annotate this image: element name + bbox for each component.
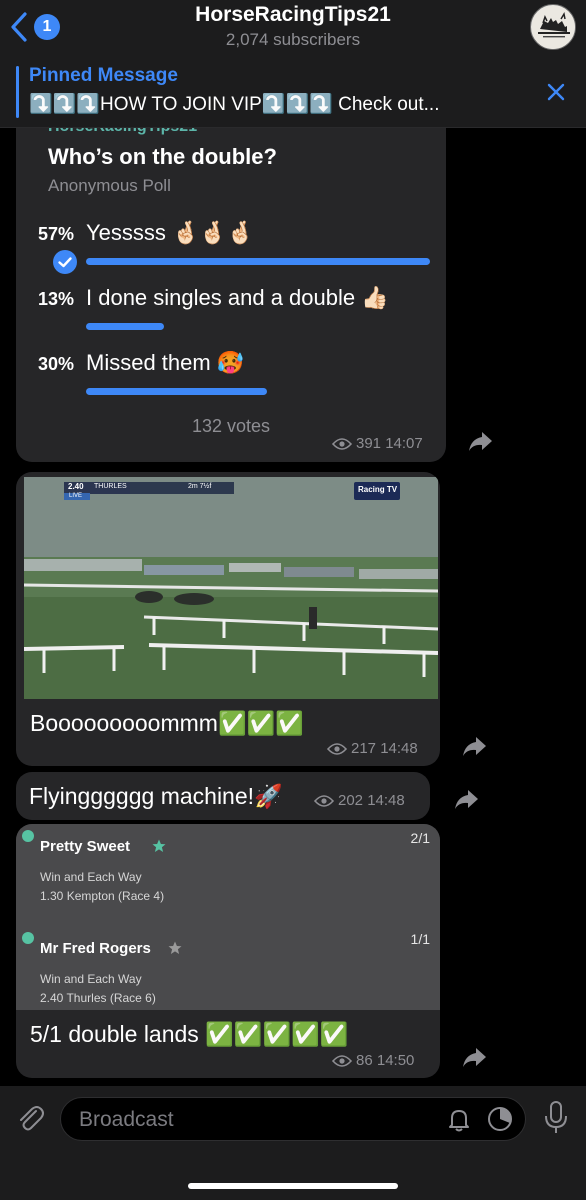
star-icon xyxy=(168,941,182,954)
selection-odds: 1/1 xyxy=(410,931,430,947)
tip-caption: 5/1 double lands ✅✅✅✅✅ xyxy=(30,1021,349,1047)
poll-option-bar xyxy=(86,388,267,395)
message-meta: 202 14:48 xyxy=(314,792,405,809)
overlay-venue: THURLES xyxy=(94,483,127,490)
selection-horse: Pretty Sweet xyxy=(40,838,131,855)
betslip-image[interactable]: Pretty Sweet 2/1 Win and Each Way 1.30 K… xyxy=(16,824,440,1010)
view-count: 391 xyxy=(356,435,382,452)
win-tick-icon xyxy=(22,932,34,944)
poll-option-bar xyxy=(86,323,164,330)
eye-icon xyxy=(314,794,334,807)
poll-option-bar xyxy=(86,258,430,265)
poll-question: Who’s on the double? xyxy=(48,144,277,169)
tip-message: Pretty Sweet 2/1 Win and Each Way 1.30 K… xyxy=(16,824,440,1078)
overlay-race-time: 2.40 xyxy=(68,482,84,491)
message-time: 14:07 xyxy=(385,435,423,452)
overlay-brand: Racing TV xyxy=(358,485,398,494)
chat-header: 1 HorseRacingTips21 2,074 subscribers xyxy=(0,0,586,56)
schedule-timer-icon[interactable] xyxy=(486,1105,514,1133)
share-icon[interactable] xyxy=(458,1040,492,1074)
share-icon[interactable] xyxy=(450,782,484,816)
view-count: 217 xyxy=(351,740,377,757)
message-time: 14:48 xyxy=(380,740,418,757)
bet-type: Win and Each Way xyxy=(40,870,142,884)
channel-avatar[interactable] xyxy=(530,4,576,50)
bet-type: Win and Each Way xyxy=(40,972,142,986)
horse-logo-icon xyxy=(532,6,575,49)
view-count: 202 xyxy=(338,792,364,809)
pinned-title: Pinned Message xyxy=(29,65,178,86)
overlay-distance: 2m 7½f xyxy=(188,483,212,490)
subscriber-count: 2,074 subscribers xyxy=(225,30,361,49)
share-icon[interactable] xyxy=(458,729,492,763)
selection-odds: 2/1 xyxy=(410,830,430,846)
message-time: 14:50 xyxy=(376,1052,415,1069)
poll-message: HorseRacingTips21 Who’s on the double? A… xyxy=(16,128,446,462)
poll-option-text: Missed them 🥵 xyxy=(86,350,245,375)
poll-option-percent: 13% xyxy=(37,289,74,309)
eye-icon xyxy=(332,1054,352,1067)
overlay-live: LIVE xyxy=(69,493,83,499)
poll-vote-count[interactable]: 132 votes xyxy=(16,416,446,437)
attachment-icon[interactable] xyxy=(14,1102,46,1134)
poll-option-text: Yesssss 🤞🏻🤞🏻🤞🏻 xyxy=(86,220,255,245)
message-meta: 217 14:48 xyxy=(327,740,418,757)
eye-icon xyxy=(332,437,352,450)
message-meta: 391 14:07 xyxy=(332,435,423,452)
selected-check-icon xyxy=(53,250,77,274)
race-info: 2.40 Thurles (Race 6) xyxy=(40,991,156,1005)
race-info: 1.30 Kempton (Race 4) xyxy=(40,889,165,903)
message-composer: Broadcast xyxy=(0,1086,586,1200)
message-time: 14:48 xyxy=(367,792,405,809)
poll-option-text: I done singles and a double 👍🏻 xyxy=(86,285,389,310)
share-icon[interactable] xyxy=(464,424,498,458)
close-icon[interactable] xyxy=(544,80,568,104)
input-placeholder: Broadcast xyxy=(79,1108,174,1131)
eye-icon xyxy=(327,742,347,755)
photo-message: 2.40 THURLES LIVE 2m 7½f Racing TV Boooo… xyxy=(16,472,440,766)
selection-horse: Mr Fred Rogers xyxy=(40,940,151,957)
star-icon xyxy=(152,839,166,852)
message-text: Flyingggggg machine!🚀 xyxy=(29,783,283,809)
bell-icon[interactable] xyxy=(446,1106,472,1132)
poll-type: Anonymous Poll xyxy=(48,176,171,195)
microphone-icon[interactable] xyxy=(542,1100,570,1136)
racecourse-image xyxy=(24,477,438,699)
race-photo[interactable]: 2.40 THURLES LIVE 2m 7½f Racing TV xyxy=(24,477,438,699)
pinned-message-bar[interactable]: Pinned Message ⤵️⤵️⤵️HOW TO JOIN VIP⤵️⤵️… xyxy=(0,56,586,128)
win-tick-icon xyxy=(22,830,34,842)
text-message: Flyingggggg machine!🚀 202 14:48 xyxy=(16,772,430,820)
pinned-indicator xyxy=(16,66,19,118)
pinned-text: ⤵️⤵️⤵️HOW TO JOIN VIP⤵️⤵️⤵️ Check out... xyxy=(29,94,440,115)
home-indicator[interactable] xyxy=(188,1183,398,1189)
photo-caption: Booooooooommm✅✅✅ xyxy=(30,710,304,736)
poll-option-percent: 57% xyxy=(37,224,74,244)
message-meta: 86 14:50 xyxy=(332,1052,414,1069)
poll-option-percent: 30% xyxy=(37,354,74,374)
view-count: 86 xyxy=(356,1052,373,1069)
poll-author: HorseRacingTips21 xyxy=(48,128,197,136)
channel-title[interactable]: HorseRacingTips21 xyxy=(0,3,586,27)
